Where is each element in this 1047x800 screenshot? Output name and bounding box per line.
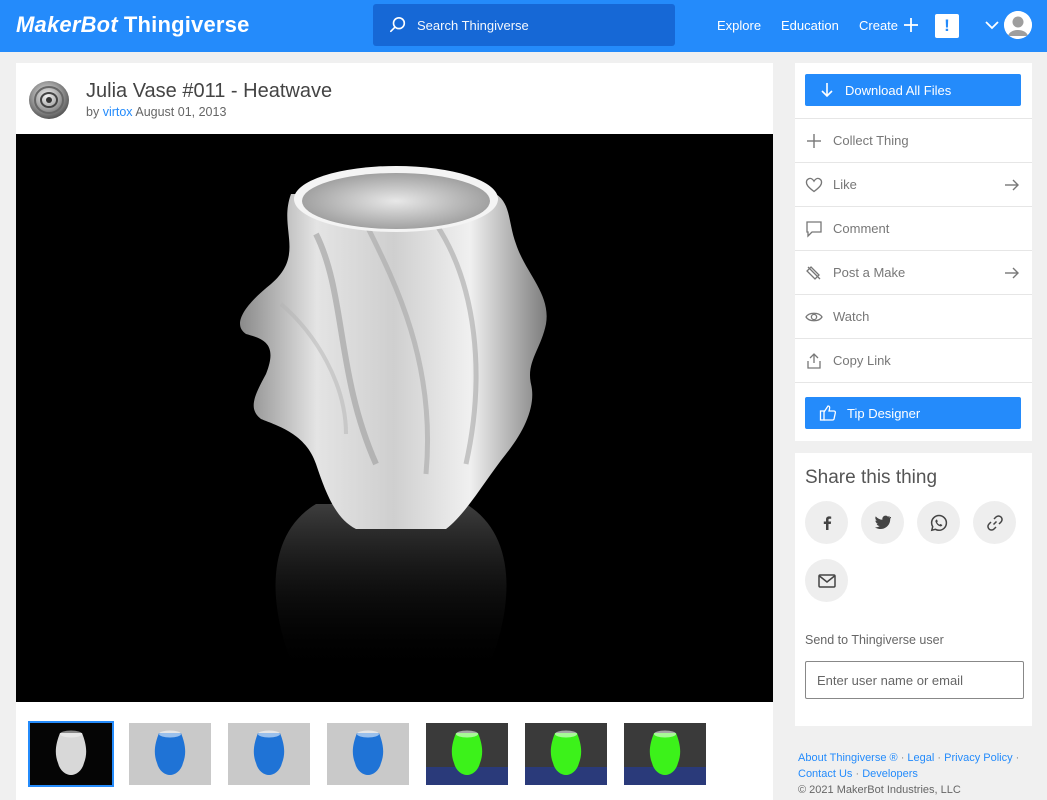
heart-icon — [805, 177, 823, 192]
nav-education[interactable]: Education — [781, 17, 839, 35]
search-input[interactable] — [417, 17, 657, 33]
share-email-button[interactable] — [805, 559, 848, 602]
share-panel: Share this thing Send to Thingiverse use… — [795, 453, 1032, 726]
collect-label: Collect Thing — [833, 133, 909, 148]
thumbnail-green-vase-front[interactable] — [624, 723, 706, 785]
thumbnail-image — [129, 723, 211, 785]
plus-icon — [807, 133, 821, 148]
nav-create[interactable]: Create — [859, 17, 898, 35]
thumbnail-render-white[interactable] — [28, 721, 114, 787]
top-navigation-bar: MakerBotThingiverse Explore Education Cr… — [0, 0, 1047, 52]
watch-label: Watch — [833, 309, 870, 324]
thumbnail-blue-vase-2[interactable] — [228, 723, 310, 785]
collect-thing-button[interactable]: Collect Thing — [795, 118, 1032, 162]
mail-icon — [817, 573, 836, 588]
user-avatar-icon — [1004, 11, 1032, 39]
copy-link-button[interactable]: Copy Link — [795, 338, 1032, 382]
nozzle-icon — [806, 265, 821, 280]
hero-image[interactable] — [16, 134, 773, 702]
thumbnail-green-vase-top[interactable] — [426, 723, 508, 785]
comment-button[interactable]: Comment — [795, 206, 1032, 250]
thumbnail-blue-vase-3[interactable] — [327, 723, 409, 785]
logo-product: Thingiverse — [123, 12, 250, 37]
footer-separator: · — [1015, 752, 1020, 764]
footer-privacy-link[interactable]: Privacy Policy — [944, 752, 1012, 764]
thumbnail-image — [525, 723, 607, 785]
thumbnail-image — [426, 723, 508, 785]
share-title: Share this thing — [805, 467, 938, 488]
share-whatsapp-button[interactable] — [917, 501, 960, 544]
notifications-button[interactable]: ! — [935, 14, 959, 38]
tip-designer-button[interactable]: Tip Designer — [805, 397, 1021, 429]
link-icon — [986, 514, 1003, 531]
byline-prefix: by — [86, 105, 100, 119]
whatsapp-icon — [930, 514, 947, 531]
comment-icon — [806, 220, 822, 238]
search-bar[interactable] — [373, 4, 675, 46]
thing-main-card: Julia Vase #011 - Heatwave by virtox Aug… — [16, 63, 773, 800]
facebook-icon — [823, 515, 831, 530]
thumbs-up-icon — [819, 405, 837, 421]
search-icon — [389, 16, 406, 33]
publish-date: August 01, 2013 — [135, 105, 227, 119]
send-to-user-input[interactable] — [805, 661, 1024, 699]
nav-explore[interactable]: Explore — [717, 17, 761, 35]
download-label: Download All Files — [845, 82, 952, 98]
footer: About Thingiverse ® · Legal · Privacy Po… — [798, 750, 1038, 798]
post-a-make-button[interactable]: Post a Make — [795, 250, 1032, 294]
thumbnail-image — [30, 723, 112, 785]
thumbnail-image — [327, 723, 409, 785]
arrow-right-icon — [1005, 267, 1019, 279]
thumbnail-blue-vase-1[interactable] — [129, 723, 211, 785]
divider — [795, 382, 1032, 383]
tip-label: Tip Designer — [847, 405, 921, 421]
eye-icon — [805, 312, 823, 321]
makerbot-thingiverse-logo[interactable]: MakerBot Thingiverse — [16, 10, 250, 40]
share-upload-icon — [807, 352, 821, 369]
thumbnail-green-vase-side[interactable] — [525, 723, 607, 785]
thing-actions-panel: Download All Files Collect Thing Like Co… — [795, 63, 1032, 441]
footer-about-link[interactable]: About Thingiverse ® — [798, 752, 898, 764]
footer-developers-link[interactable]: Developers — [862, 768, 918, 780]
thumbnail-image — [624, 723, 706, 785]
footer-legal-link[interactable]: Legal — [907, 752, 934, 764]
thing-thumbnail-avatar[interactable] — [26, 73, 72, 125]
watch-button[interactable]: Watch — [795, 294, 1032, 338]
like-button[interactable]: Like — [795, 162, 1032, 206]
footer-separator: · — [900, 752, 905, 764]
thing-byline: by virtox August 01, 2013 — [86, 104, 226, 120]
copy-link-label: Copy Link — [833, 353, 891, 368]
footer-contact-link[interactable]: Contact Us — [798, 768, 852, 780]
thing-title: Julia Vase #011 - Heatwave — [86, 80, 333, 102]
footer-separator: · — [855, 768, 860, 780]
twitter-icon — [874, 515, 891, 530]
share-link-button[interactable] — [973, 501, 1016, 544]
like-label: Like — [833, 177, 857, 192]
thumbnail-image — [228, 723, 310, 785]
user-avatar[interactable] — [1004, 11, 1032, 39]
footer-separator: · — [937, 752, 942, 764]
share-twitter-button[interactable] — [861, 501, 904, 544]
footer-copyright: © 2021 MakerBot Industries, LLC — [798, 784, 961, 796]
author-link[interactable]: virtox — [103, 105, 133, 119]
thumbnail-strip — [28, 721, 750, 787]
arrow-right-icon — [1005, 179, 1019, 191]
comment-label: Comment — [833, 221, 890, 236]
chevron-down-icon[interactable] — [984, 18, 1000, 32]
send-to-user-label: Send to Thingiverse user — [805, 633, 944, 647]
share-facebook-button[interactable] — [805, 501, 848, 544]
post-make-label: Post a Make — [833, 265, 906, 280]
plus-icon[interactable] — [902, 16, 920, 34]
vase-render-image — [16, 134, 773, 702]
download-all-files-button[interactable]: Download All Files — [805, 74, 1021, 106]
logo-brand: MakerBot — [16, 12, 118, 37]
download-arrow-icon — [821, 83, 833, 98]
